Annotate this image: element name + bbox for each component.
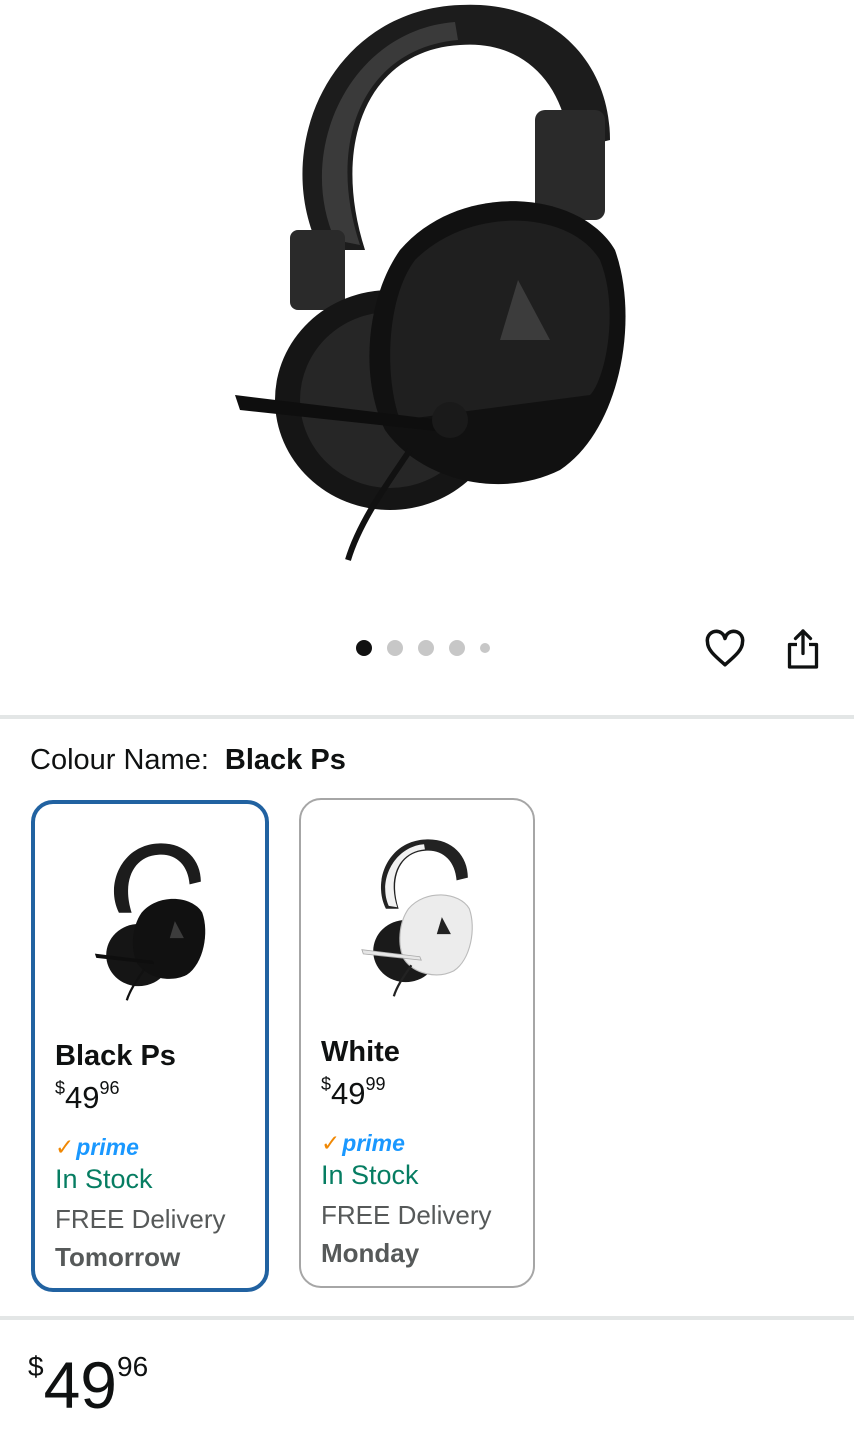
colour-name-row: Colour Name: Black Ps [30,744,346,777]
share-button[interactable] [778,624,828,674]
prime-check-icon: ✓ [55,1134,75,1160]
prime-badge: ✓prime [321,1130,405,1156]
delivery-text: FREE Delivery [321,1200,492,1230]
heart-icon [705,629,745,667]
variant-price: $4999 [321,1074,386,1111]
gallery-dot-3[interactable] [418,640,434,656]
prime-check-icon: ✓ [321,1130,341,1156]
section-divider [0,1316,854,1320]
variant-name: White [321,1036,400,1068]
product-image[interactable] [0,0,854,610]
gallery-dot-2[interactable] [387,640,403,656]
price-whole: 49 [43,1348,117,1422]
section-divider [0,715,854,719]
prime-badge: ✓prime [55,1134,139,1160]
variant-thumbnail [361,839,473,997]
stock-status: In Stock [55,1164,153,1194]
main-price: $4996 [28,1352,148,1418]
stock-status: In Stock [321,1160,419,1190]
headset-image [235,4,626,561]
variant-black-ps[interactable]: Black Ps $4996 ✓prime In Stock FREE Deli… [31,800,269,1292]
gallery-dots[interactable] [356,640,490,656]
delivery-date: Tomorrow [55,1242,181,1272]
variant-white[interactable]: White $4999 ✓prime In Stock FREE Deliver… [299,798,535,1288]
wishlist-button[interactable] [700,624,750,674]
gallery-dot-5[interactable] [480,643,490,653]
variant-price: $4996 [55,1078,120,1115]
delivery-date: Monday [321,1238,420,1268]
variant-name: Black Ps [55,1040,176,1072]
gallery-dot-1[interactable] [356,640,372,656]
gallery-dot-4[interactable] [449,640,465,656]
share-icon [787,629,819,669]
price-currency: $ [28,1351,44,1382]
price-fraction: 96 [117,1351,149,1382]
variant-thumbnail [94,843,206,1001]
colour-value: Black Ps [224,744,346,776]
colour-label: Colour Name: [30,744,209,776]
delivery-text: FREE Delivery [55,1204,226,1234]
